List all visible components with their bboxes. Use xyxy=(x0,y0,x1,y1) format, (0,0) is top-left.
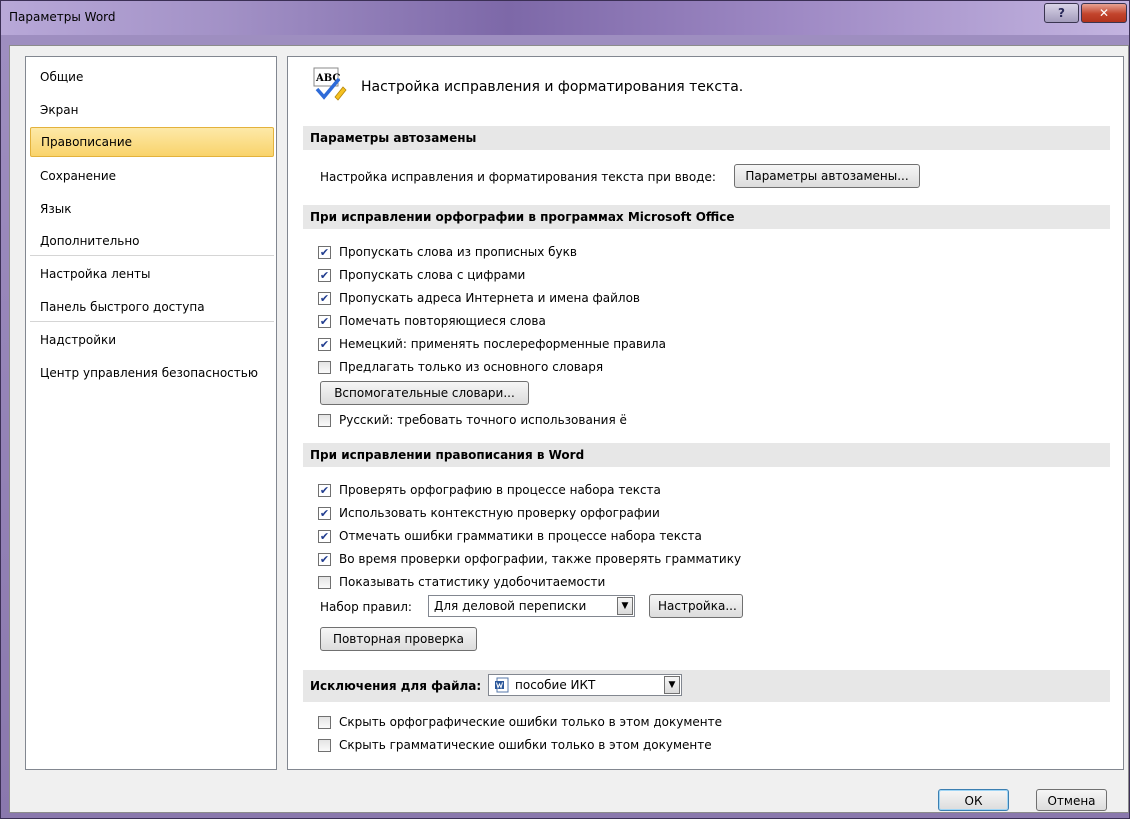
option-ignore-internet-addresses[interactable]: ✔ Пропускать адреса Интернета и имена фа… xyxy=(318,289,640,307)
checkbox-unchecked[interactable] xyxy=(318,575,331,589)
nav-item-addins[interactable]: Надстройки xyxy=(30,326,274,356)
ruleset-dropdown[interactable]: Для деловой переписки ▼ xyxy=(428,595,635,617)
nav-item-language[interactable]: Язык xyxy=(30,195,274,225)
option-label: Использовать контекстную проверку орфогр… xyxy=(339,506,660,520)
autocorrect-options-button[interactable]: Параметры автозамены... xyxy=(734,164,920,188)
option-ignore-numbers[interactable]: ✔ Пропускать слова с цифрами xyxy=(318,266,525,284)
options-dialog: Параметры Word ? ✕ Общие Экран Правописа… xyxy=(0,0,1130,819)
abc-check-icon: ABC xyxy=(313,67,347,101)
recheck-document-button[interactable]: Повторная проверка xyxy=(320,627,477,651)
close-button[interactable]: ✕ xyxy=(1081,3,1127,23)
title-bar[interactable]: Параметры Word ? ✕ xyxy=(1,1,1129,35)
option-check-spelling-as-type[interactable]: ✔ Проверять орфографию в процессе набора… xyxy=(318,481,661,499)
checkbox-checked[interactable]: ✔ xyxy=(318,337,331,351)
exceptions-file-value: пособие ИКТ xyxy=(515,678,596,692)
checkbox-unchecked[interactable] xyxy=(318,413,331,427)
ruleset-value: Для деловой переписки xyxy=(434,599,587,613)
checkbox-checked[interactable]: ✔ xyxy=(318,529,331,543)
nav-item-proofing[interactable]: Правописание xyxy=(30,127,274,157)
dialog-client: Общие Экран Правописание Сохранение Язык… xyxy=(9,45,1129,813)
checkbox-checked[interactable]: ✔ xyxy=(318,268,331,282)
option-label: Русский: требовать точного использования… xyxy=(339,413,627,427)
option-label: Отмечать ошибки грамматики в процессе на… xyxy=(339,529,702,543)
custom-dictionaries-button[interactable]: Вспомогательные словари... xyxy=(320,381,529,405)
exceptions-file-dropdown[interactable]: пособие ИКТ ▼ xyxy=(488,674,682,696)
option-label: Немецкий: применять послереформенные пра… xyxy=(339,337,666,351)
option-label: Предлагать только из основного словаря xyxy=(339,360,604,374)
grammar-settings-button[interactable]: Настройка... xyxy=(649,594,743,618)
option-hide-spelling-errors[interactable]: Скрыть орфографические ошибки только в э… xyxy=(318,713,722,731)
help-icon: ? xyxy=(1058,6,1065,20)
option-label: Помечать повторяющиеся слова xyxy=(339,314,546,328)
option-mark-grammar-errors[interactable]: ✔ Отмечать ошибки грамматики в процессе … xyxy=(318,527,702,545)
nav-item-quick-access[interactable]: Панель быстрого доступа xyxy=(30,293,274,323)
window-title: Параметры Word xyxy=(9,10,116,24)
option-contextual-spelling[interactable]: ✔ Использовать контекстную проверку орфо… xyxy=(318,504,660,522)
word-document-icon xyxy=(495,677,509,693)
nav-divider xyxy=(30,321,274,322)
ok-button[interactable]: ОК xyxy=(938,789,1009,811)
checkbox-checked[interactable]: ✔ xyxy=(318,552,331,566)
section-office-spelling: При исправлении орфографии в программах … xyxy=(303,205,1110,229)
nav-item-general[interactable]: Общие xyxy=(30,63,274,93)
ruleset-label: Набор правил: xyxy=(320,600,412,614)
section-exceptions: Исключения для файла: xyxy=(303,670,1110,702)
proofing-panel: ABC Настройка исправления и форматирован… xyxy=(287,56,1124,770)
checkbox-unchecked[interactable] xyxy=(318,715,331,729)
help-button[interactable]: ? xyxy=(1044,3,1079,23)
option-label: Пропускать слова из прописных букв xyxy=(339,245,577,259)
cancel-button[interactable]: Отмена xyxy=(1036,789,1107,811)
checkbox-checked[interactable]: ✔ xyxy=(318,291,331,305)
option-readability-stats[interactable]: Показывать статистику удобочитаемости xyxy=(318,573,605,591)
autocorrect-description: Настройка исправления и форматирования т… xyxy=(320,170,716,184)
option-ignore-uppercase[interactable]: ✔ Пропускать слова из прописных букв xyxy=(318,243,577,261)
category-list: Общие Экран Правописание Сохранение Язык… xyxy=(25,56,277,770)
chevron-down-icon[interactable]: ▼ xyxy=(664,676,680,694)
option-hide-grammar-errors[interactable]: Скрыть грамматические ошибки только в эт… xyxy=(318,736,712,754)
nav-item-customize-ribbon[interactable]: Настройка ленты xyxy=(30,260,274,290)
option-russian-yo[interactable]: Русский: требовать точного использования… xyxy=(318,411,627,429)
checkbox-checked[interactable]: ✔ xyxy=(318,483,331,497)
option-flag-repeated-words[interactable]: ✔ Помечать повторяющиеся слова xyxy=(318,312,546,330)
option-label: Скрыть грамматические ошибки только в эт… xyxy=(339,738,712,752)
checkbox-unchecked[interactable] xyxy=(318,738,331,752)
chevron-down-icon[interactable]: ▼ xyxy=(617,597,633,615)
checkbox-checked[interactable]: ✔ xyxy=(318,506,331,520)
nav-item-advanced[interactable]: Дополнительно xyxy=(30,227,274,257)
nav-item-trust-center[interactable]: Центр управления безопасностью xyxy=(30,359,274,389)
checkbox-unchecked[interactable] xyxy=(318,360,331,374)
option-main-dictionary-only[interactable]: Предлагать только из основного словаря xyxy=(318,358,603,376)
option-label: Показывать статистику удобочитаемости xyxy=(339,575,606,589)
exceptions-label: Исключения для файла: xyxy=(310,679,482,693)
nav-item-save[interactable]: Сохранение xyxy=(30,162,274,192)
option-label: Скрыть орфографические ошибки только в э… xyxy=(339,715,722,729)
section-word-spelling: При исправлении правописания в Word xyxy=(303,443,1110,467)
option-label: Пропускать слова с цифрами xyxy=(339,268,526,282)
close-icon: ✕ xyxy=(1098,6,1110,20)
nav-item-display[interactable]: Экран xyxy=(30,96,274,126)
option-check-grammar-with-spelling[interactable]: ✔ Во время проверки орфографии, также пр… xyxy=(318,550,741,568)
section-autocorrect: Параметры автозамены xyxy=(303,126,1110,150)
option-label: Проверять орфографию в процессе набора т… xyxy=(339,483,661,497)
page-title: Настройка исправления и форматирования т… xyxy=(361,79,744,95)
checkbox-checked[interactable]: ✔ xyxy=(318,314,331,328)
option-german-post-reform[interactable]: ✔ Немецкий: применять послереформенные п… xyxy=(318,335,666,353)
checkbox-checked[interactable]: ✔ xyxy=(318,245,331,259)
nav-divider xyxy=(30,255,274,256)
option-label: Пропускать адреса Интернета и имена файл… xyxy=(339,291,640,305)
option-label: Во время проверки орфографии, также пров… xyxy=(339,552,742,566)
